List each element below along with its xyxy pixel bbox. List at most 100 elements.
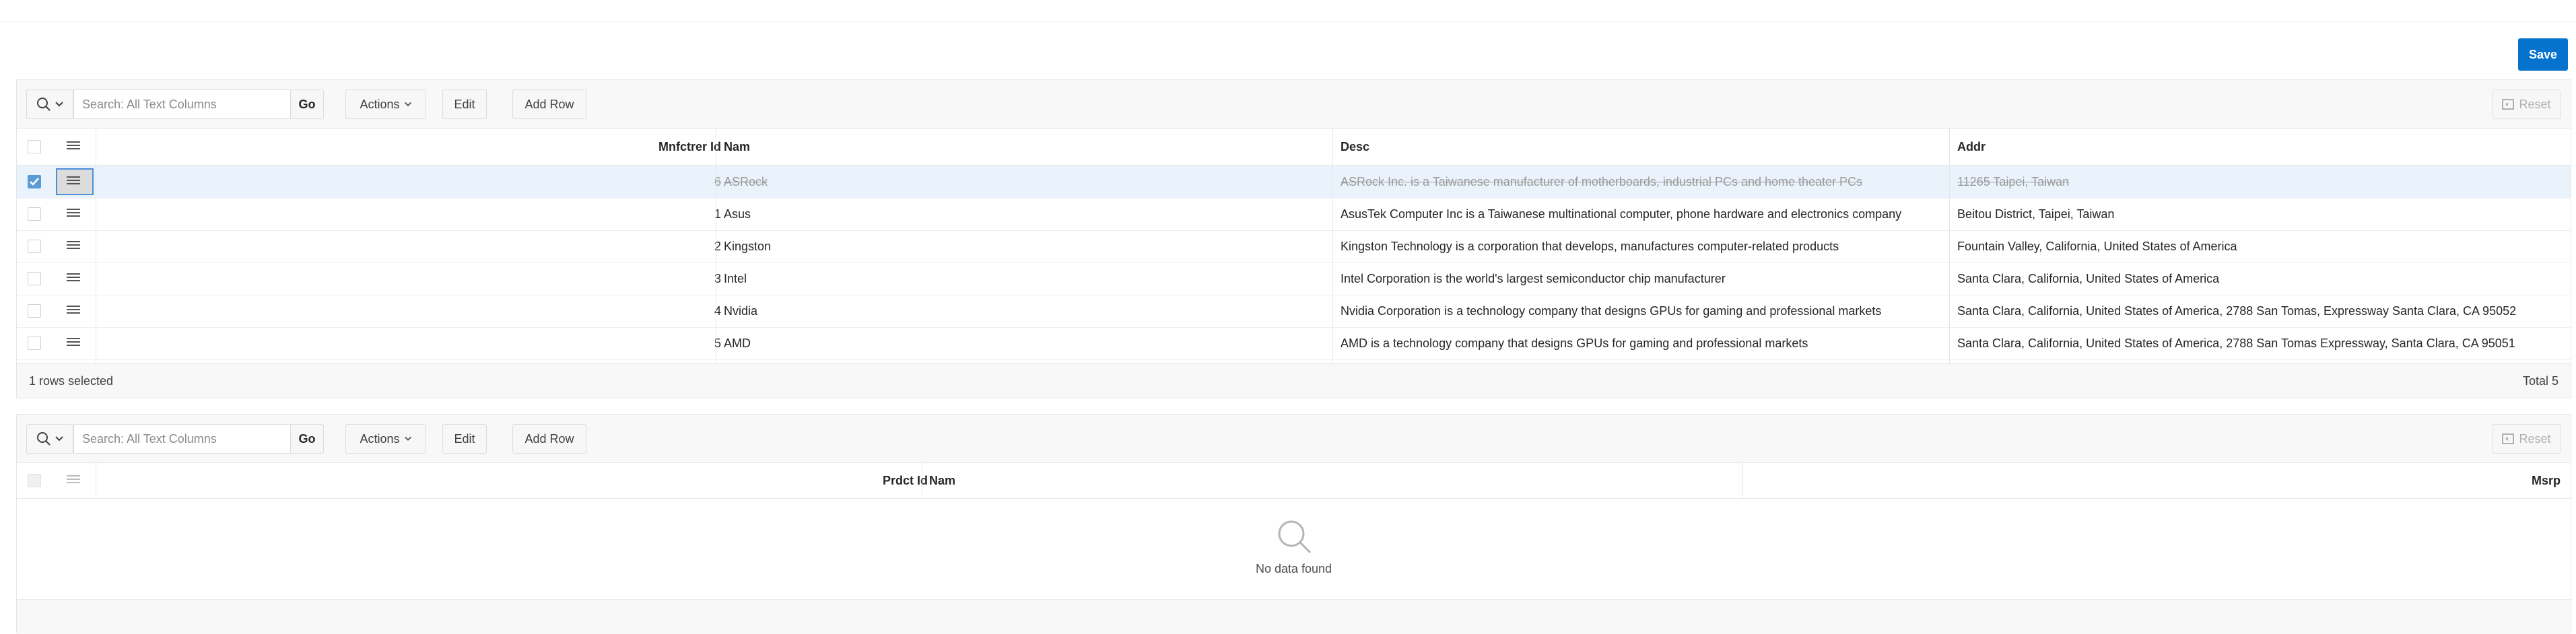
cell-desc[interactable]: ASRock Inc. is a Taiwanese manufacturer …	[1341, 166, 1946, 198]
select-all-checkbox[interactable]	[28, 140, 41, 153]
cell-mnfctrer-id[interactable]: 4	[98, 295, 721, 327]
table-row[interactable]: 5 AMD AMD is a technology company that des…	[17, 327, 2571, 360]
products-grid: Search: All Text Columns Go Actions Edit…	[16, 414, 2571, 634]
row-checkbox[interactable]	[28, 337, 41, 350]
cell-desc[interactable]: AMD is a technology company that designs…	[1341, 327, 1946, 359]
grid-header: Mnfctrer Id Nam Desc Addr	[17, 129, 2571, 166]
actions-button[interactable]: Actions	[345, 424, 426, 454]
cell-desc[interactable]: Intel Corporation is the world's largest…	[1341, 262, 1946, 295]
search-column-menu[interactable]	[26, 424, 73, 454]
go-button[interactable]: Go	[290, 90, 324, 119]
cell-addr[interactable]: 11265 Taipei, Taiwan	[1957, 166, 2563, 198]
cell-nam[interactable]: ASRock	[724, 166, 1330, 198]
chevron-down-icon	[404, 436, 411, 441]
row-menu-icon[interactable]	[67, 273, 80, 284]
edit-button[interactable]: Edit	[442, 424, 487, 454]
top-bar	[0, 0, 2576, 22]
grid-header: Prdct Id Nam Msrp	[17, 463, 2571, 499]
save-button[interactable]: Save	[2518, 38, 2568, 71]
search-column-menu[interactable]	[26, 90, 73, 119]
go-button[interactable]: Go	[290, 424, 324, 454]
search-input[interactable]: Search: All Text Columns	[73, 424, 306, 454]
no-data-text: No data found	[1255, 561, 1332, 575]
cell-nam[interactable]: Intel	[724, 262, 1330, 295]
cell-mnfctrer-id[interactable]: 2	[98, 230, 721, 262]
row-checkbox[interactable]	[28, 175, 41, 188]
search-input[interactable]: Search: All Text Columns	[73, 90, 306, 119]
cell-mnfctrer-id[interactable]: 5	[98, 327, 721, 359]
header-handle-icon	[67, 475, 80, 486]
add-row-button[interactable]: Add Row	[512, 90, 586, 119]
edit-button[interactable]: Edit	[442, 90, 487, 119]
cell-desc[interactable]: Kingston Technology is a corporation tha…	[1341, 230, 1946, 262]
header-handle-icon	[67, 141, 80, 152]
cell-nam[interactable]: AMD	[724, 327, 1330, 359]
grid-toolbar: Search: All Text Columns Go Actions Edit…	[17, 415, 2571, 463]
search-icon	[1278, 520, 1311, 553]
chevron-down-icon	[404, 102, 411, 106]
column-header-msrp[interactable]: Msrp	[1754, 463, 2561, 498]
cell-addr[interactable]: Santa Clara, California, United States o…	[1957, 295, 2563, 327]
actions-button[interactable]: Actions	[345, 90, 426, 119]
column-divider	[1949, 129, 1950, 365]
column-divider	[1742, 463, 1743, 498]
manufacturers-grid: Search: All Text Columns Go Actions Edit…	[16, 79, 2571, 398]
search-placeholder: Search: All Text Columns	[82, 431, 217, 446]
search-placeholder: Search: All Text Columns	[82, 97, 217, 111]
cell-addr[interactable]: Santa Clara, California, United States o…	[1957, 262, 2563, 295]
cell-addr[interactable]: Santa Clara, California, United States o…	[1957, 327, 2563, 359]
table-row[interactable]: 2 Kingston Kingston Technology is a corpor…	[17, 230, 2571, 263]
table-row[interactable]: 3 Intel Intel Corporation is the world's l…	[17, 262, 2571, 295]
cell-mnfctrer-id[interactable]: 6	[98, 166, 721, 198]
grid-footer	[17, 599, 2571, 634]
row-checkbox[interactable]	[28, 240, 41, 253]
selection-count: 1 rows selected	[29, 374, 114, 388]
cell-nam[interactable]: Asus	[724, 198, 1330, 230]
grid-footer: 1 rows selected Total 5	[17, 363, 2571, 398]
row-menu-icon[interactable]	[67, 338, 80, 349]
reset-icon	[2502, 99, 2515, 110]
column-header-desc[interactable]: Desc	[1341, 129, 1946, 165]
table-row[interactable]: 4 Nvidia Nvidia Corporation is a technolog…	[17, 295, 2571, 328]
column-header-addr[interactable]: Addr	[1957, 129, 2563, 165]
column-divider	[1332, 129, 1333, 365]
cell-mnfctrer-id[interactable]: 1	[98, 198, 721, 230]
reset-button[interactable]: Reset	[2492, 424, 2561, 454]
reset-icon	[2502, 433, 2515, 444]
reset-label: Reset	[2519, 431, 2551, 446]
total-count: Total 5	[2522, 374, 2558, 388]
reset-button[interactable]: Reset	[2492, 90, 2561, 119]
reset-label: Reset	[2519, 97, 2551, 111]
column-header-mnfctrer-id[interactable]: Mnfctrer Id	[98, 129, 721, 165]
cell-addr[interactable]: Fountain Valley, California, United Stat…	[1957, 230, 2563, 262]
table-row[interactable]: 1 Asus AsusTek Computer Inc is a Taiwanese…	[17, 198, 2571, 231]
row-menu-icon[interactable]	[67, 241, 80, 252]
chevron-down-icon	[55, 436, 63, 442]
add-row-button[interactable]: Add Row	[512, 424, 586, 454]
cell-mnfctrer-id[interactable]: 3	[98, 262, 721, 295]
check-icon	[30, 178, 39, 186]
column-header-nam[interactable]: Nam	[929, 463, 1400, 498]
select-all-checkbox	[28, 474, 41, 487]
column-header-prdct-id[interactable]: Prdct Id	[98, 463, 928, 498]
search-icon	[37, 432, 50, 446]
cell-nam[interactable]: Kingston	[724, 230, 1330, 262]
row-checkbox[interactable]	[28, 272, 41, 285]
row-menu-icon[interactable]	[67, 306, 80, 316]
column-header-nam[interactable]: Nam	[724, 129, 1330, 165]
row-menu-icon[interactable]	[67, 176, 80, 187]
row-menu-icon[interactable]	[67, 209, 80, 219]
no-data-message: No data found	[17, 499, 2571, 594]
row-checkbox[interactable]	[28, 207, 41, 221]
cell-nam[interactable]: Nvidia	[724, 295, 1330, 327]
grid-toolbar: Search: All Text Columns Go Actions Edit…	[17, 80, 2571, 129]
cell-addr[interactable]: Beitou District, Taipei, Taiwan	[1957, 198, 2563, 230]
cell-desc[interactable]: Nvidia Corporation is a technology compa…	[1341, 295, 1946, 327]
actions-label: Actions	[360, 431, 400, 446]
table-row[interactable]: 6 ASRock ASRock Inc. is a Taiwanese manufa…	[17, 166, 2571, 199]
cell-desc[interactable]: AsusTek Computer Inc is a Taiwanese mult…	[1341, 198, 1946, 230]
search-icon	[37, 98, 50, 111]
actions-label: Actions	[360, 97, 400, 111]
row-checkbox[interactable]	[28, 304, 41, 318]
chevron-down-icon	[55, 102, 63, 107]
